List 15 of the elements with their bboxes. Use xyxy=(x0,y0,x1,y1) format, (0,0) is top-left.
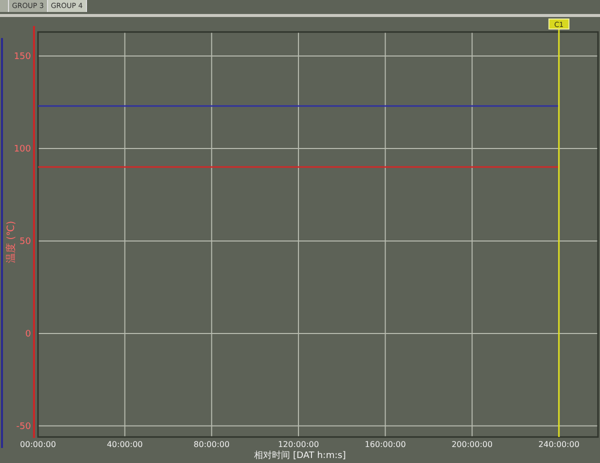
y-axis-title: 温度 (℃) xyxy=(6,220,17,264)
x-tick-label: 160:00:00 xyxy=(364,440,406,449)
x-tick-label: 120:00:00 xyxy=(278,440,319,449)
x-axis-title: 相对时间 [DAT h:m:s] xyxy=(254,451,346,461)
x-tick-label: 40:00:00 xyxy=(106,440,143,449)
y-tick-label: 0 xyxy=(25,329,31,340)
y-tick-label: -50 xyxy=(16,422,31,432)
x-tick-label: 80:00:00 xyxy=(194,440,230,449)
x-tick-label: 00:00:00 xyxy=(20,440,56,449)
y-tick-label: 150 xyxy=(14,52,31,62)
x-tick-label: 240:00:00 xyxy=(538,440,580,449)
y-tick-label: 100 xyxy=(14,144,31,154)
cursor-marker[interactable] xyxy=(548,18,570,437)
y-tick-label: 50 xyxy=(20,236,31,247)
x-tick-label: 200:00:00 xyxy=(452,440,493,449)
